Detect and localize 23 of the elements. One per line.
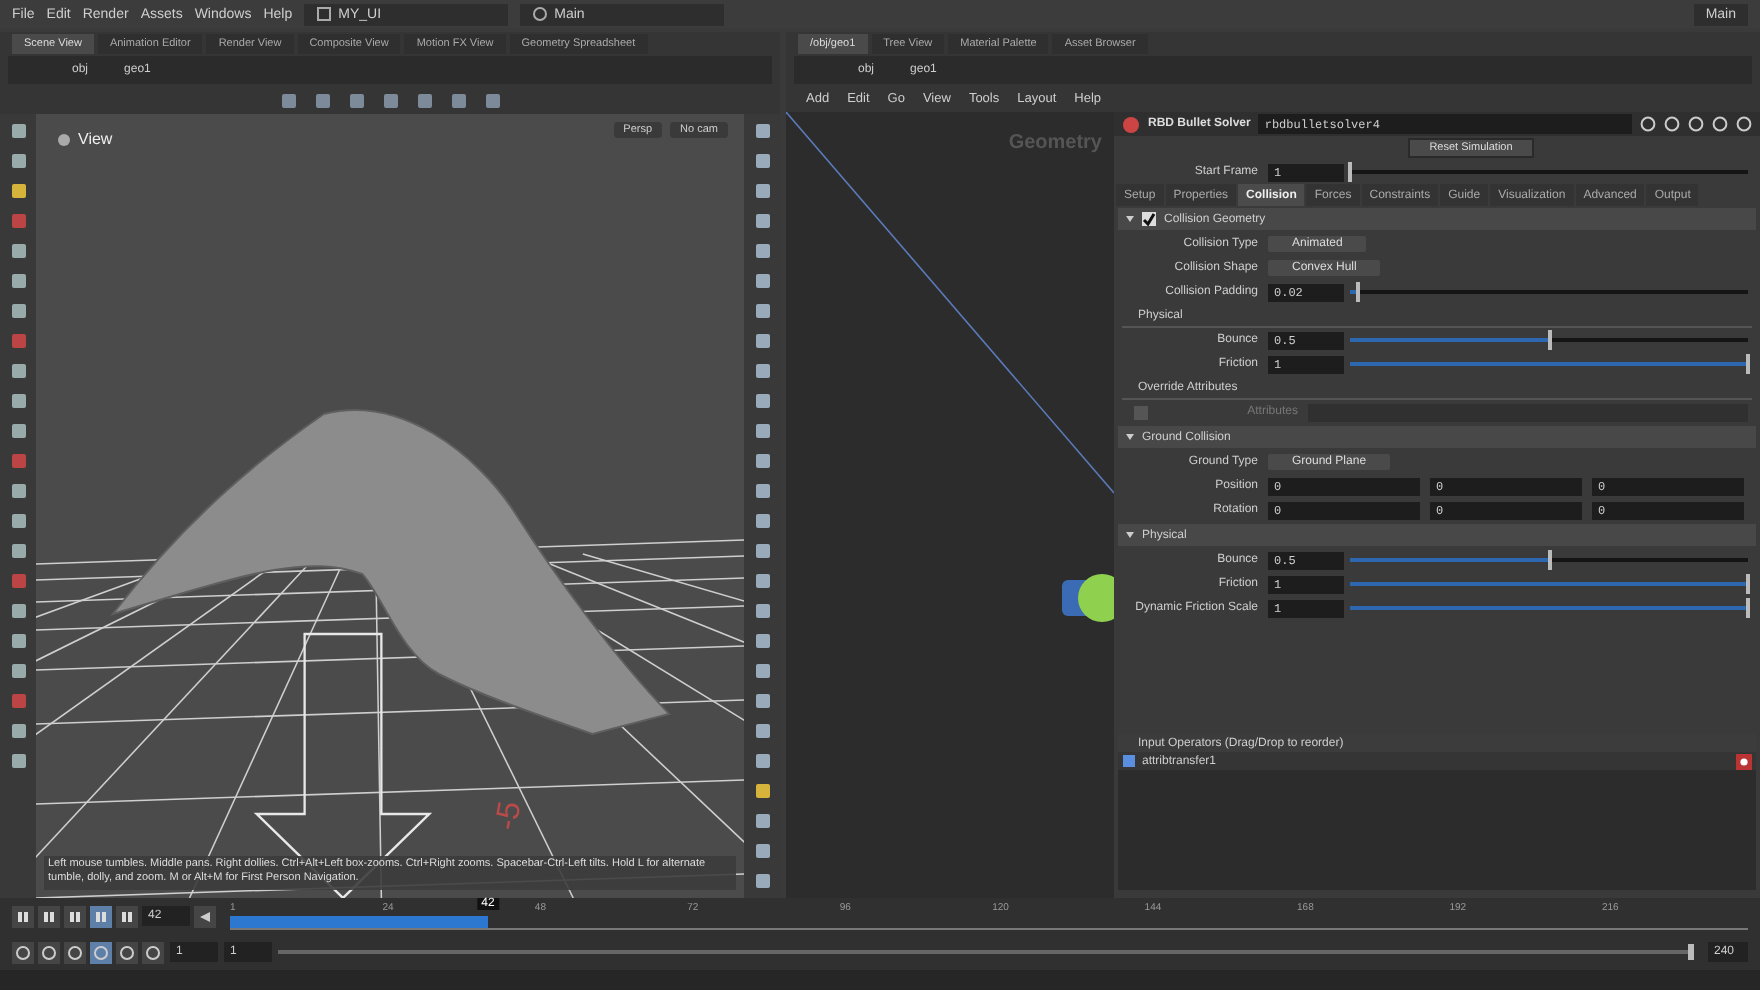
viewport-title: View [78, 130, 113, 148]
checkbox[interactable] [1142, 212, 1156, 226]
playback-icon[interactable] [38, 905, 60, 927]
timeline-tool-icon[interactable] [142, 941, 164, 963]
desktop-icon [316, 6, 333, 22]
range-handle[interactable] [1688, 944, 1694, 960]
grid-label: -5 [490, 798, 531, 834]
timeline-tool-icon[interactable] [12, 941, 34, 963]
node-icon [1122, 754, 1136, 768]
timeline-tool-icon[interactable] [64, 941, 86, 963]
playback-icon[interactable] [90, 905, 112, 927]
slider-thumb[interactable] [1355, 282, 1360, 302]
playback-icon[interactable] [64, 905, 86, 927]
step-icon[interactable] [194, 905, 216, 927]
timeline-tool-icon[interactable] [38, 941, 60, 963]
timeline-tool-icon[interactable] [90, 941, 112, 963]
timeline-tool-icon[interactable] [116, 941, 138, 963]
node-type-icon [1122, 115, 1140, 133]
remove-icon [1736, 753, 1752, 769]
text-field[interactable] [1308, 403, 1748, 421]
playback-icon[interactable] [116, 905, 138, 927]
view-icon [56, 131, 72, 147]
playback-icon[interactable] [12, 905, 34, 927]
